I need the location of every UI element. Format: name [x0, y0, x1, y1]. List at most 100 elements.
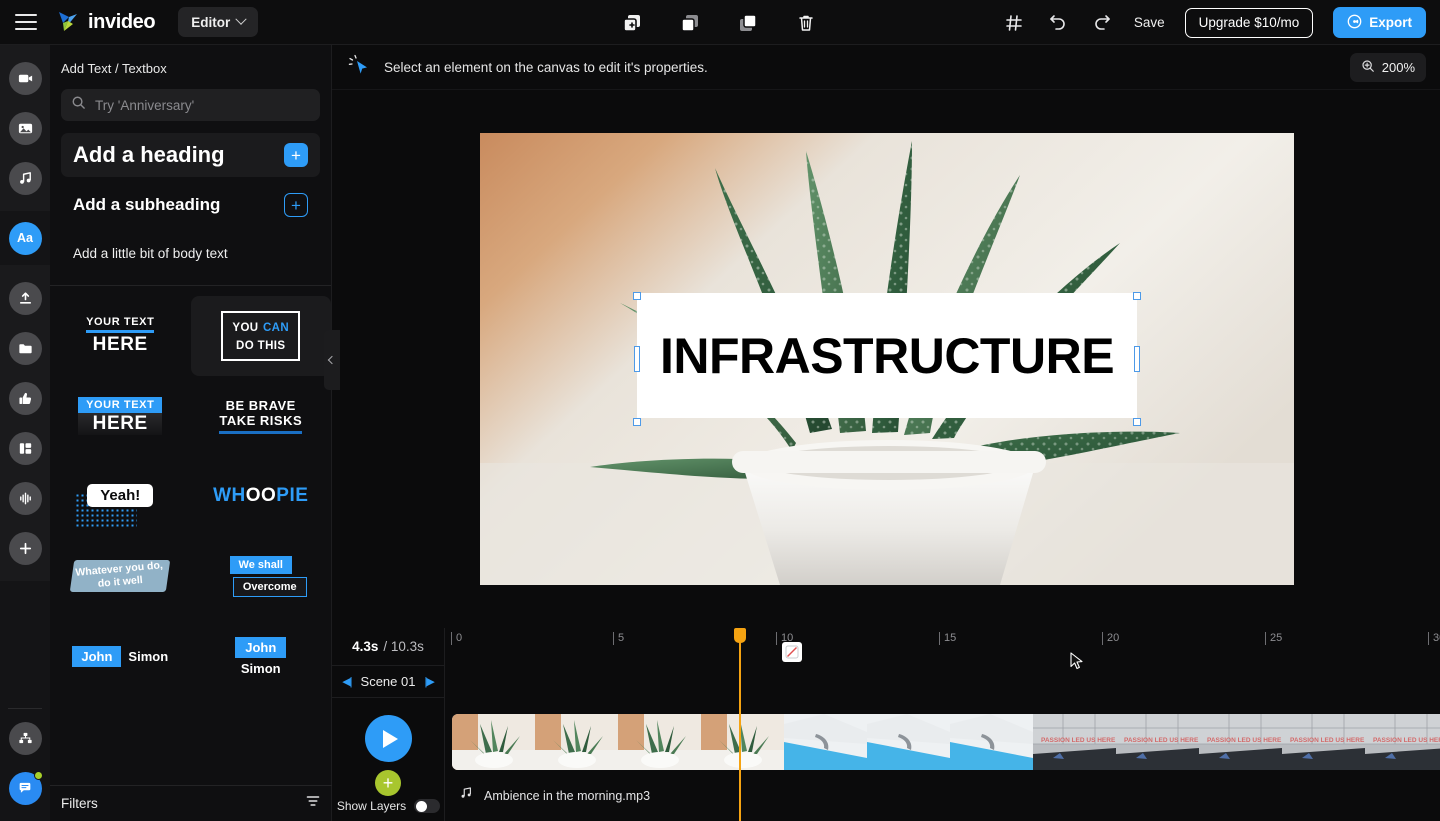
template-underline [86, 330, 154, 333]
brand-logo[interactable]: invideo [55, 9, 155, 35]
sidebar-item-templates[interactable] [0, 423, 50, 473]
show-layers-toggle[interactable]: Show Layers [332, 799, 445, 813]
redo-icon[interactable] [1090, 11, 1114, 35]
video-track[interactable]: PASSION LED US HERE PASSION LED US HERE [452, 714, 1440, 770]
grid-icon[interactable] [1002, 11, 1026, 35]
canvas-tools [620, 0, 818, 45]
text-template-john-simon-stacked[interactable]: John Simon [191, 616, 332, 696]
hamburger-icon[interactable] [15, 14, 37, 30]
template-tag: John [235, 637, 286, 658]
text-template-you-can-do-this[interactable]: YOU CAN DO THIS [191, 296, 332, 376]
filters-bar[interactable]: Filters [50, 785, 332, 821]
waveform-icon [9, 482, 42, 515]
text-template-your-text-here-highlight[interactable]: YOUR TEXT HERE [50, 376, 191, 456]
sidebar-item-projects[interactable] [0, 323, 50, 373]
left-rail: Aa [0, 45, 50, 821]
sidebar-item-audio-effects[interactable] [0, 473, 50, 523]
add-scene-button[interactable]: + [375, 770, 401, 796]
timeline-clip[interactable]: PASSION LED US HERE PASSION LED US HERE [1033, 714, 1440, 770]
clip-thumbnail: PASSION LED US HERE [1282, 714, 1365, 770]
skip-next-icon[interactable]: |▶ [424, 675, 433, 688]
export-button[interactable]: Export [1333, 7, 1426, 38]
clip-thumbnail [535, 714, 618, 770]
template-line-2: DO THIS [236, 340, 285, 352]
clip-thumbnail [452, 714, 535, 770]
export-icon [1347, 14, 1362, 32]
chevron-down-icon [236, 14, 247, 25]
add-body-text-row[interactable]: Add a little bit of body text [61, 233, 320, 273]
sidebar-item-videos[interactable] [0, 53, 50, 103]
ruler-tick: 0 [451, 632, 462, 645]
audio-track[interactable]: Ambience in the morning.mp3 [459, 786, 650, 805]
plus-icon [9, 532, 42, 565]
sidebar-item-images[interactable] [0, 103, 50, 153]
editor-mode-dropdown[interactable]: Editor [178, 7, 258, 37]
search-input[interactable] [95, 98, 295, 113]
sidebar-item-music[interactable] [0, 153, 50, 203]
play-button[interactable] [365, 715, 412, 762]
timeline-clip[interactable] [784, 714, 1033, 770]
text-template-your-text-here-underline[interactable]: YOUR TEXT HERE [50, 296, 191, 376]
search-box[interactable] [61, 89, 320, 121]
add-heading-row[interactable]: Add a heading + [61, 133, 320, 177]
svg-text:PASSION LED US HERE: PASSION LED US HERE [1124, 737, 1199, 744]
template-line-1: YOUR TEXT [86, 316, 154, 328]
toggle-switch[interactable] [414, 799, 440, 813]
timeline-controls: 4.3s / 10.3s ◀| Scene 01 |▶ + Show Layer… [332, 628, 445, 821]
zoom-in-icon [1361, 59, 1375, 76]
text-template-we-shall-overcome[interactable]: We shall Overcome [191, 536, 332, 616]
sidebar-item-stickers[interactable] [0, 373, 50, 423]
template-name: Simon [128, 649, 168, 664]
show-layers-label: Show Layers [337, 799, 406, 813]
panel-collapse-handle[interactable] [324, 330, 340, 390]
send-backward-icon[interactable] [678, 11, 702, 35]
playhead[interactable] [739, 632, 741, 821]
filter-icon[interactable] [305, 793, 321, 814]
skip-previous-icon[interactable]: ◀| [342, 675, 351, 688]
timeline-track-area[interactable]: 0 5 10 15 20 25 30 [445, 628, 1440, 821]
image-icon [9, 112, 42, 145]
add-subheading-row[interactable]: Add a subheading + [61, 183, 320, 227]
upgrade-button[interactable]: Upgrade $10/mo [1185, 8, 1314, 38]
current-time: 4.3s [352, 639, 378, 654]
template-part-1: WH [213, 485, 246, 506]
transition-badge-icon[interactable] [782, 642, 802, 662]
clip-thumbnail [701, 714, 784, 770]
text-element-infrastructure[interactable]: INFRASTRUCTURE [637, 293, 1137, 418]
add-body-text-label: Add a little bit of body text [73, 246, 228, 261]
playhead-knob[interactable] [734, 628, 746, 643]
clip-thumbnail [784, 714, 867, 770]
timeline-ruler[interactable]: 0 5 10 15 20 25 30 [445, 628, 1440, 654]
brand-name: invideo [88, 11, 155, 34]
text-template-john-simon-inline[interactable]: John Simon [50, 616, 191, 696]
layout-icon [9, 432, 42, 465]
editor-mode-label: Editor [191, 15, 230, 30]
sidebar-item-more[interactable] [0, 523, 50, 573]
undo-icon[interactable] [1046, 11, 1070, 35]
save-button[interactable]: Save [1134, 15, 1165, 30]
clip-thumbnail [867, 714, 950, 770]
brand-kit-icon [9, 722, 42, 755]
svg-text:PASSION LED US HERE: PASSION LED US HERE [1290, 737, 1365, 744]
sidebar-item-support[interactable] [0, 763, 50, 813]
text-template-whoopie[interactable]: WHOOPIE [191, 456, 332, 536]
video-canvas[interactable]: INFRASTRUCTURE [480, 133, 1294, 585]
delete-icon[interactable] [794, 11, 818, 35]
sidebar-item-brand-kit[interactable] [0, 713, 50, 763]
audio-track-name: Ambience in the morning.mp3 [484, 789, 650, 803]
ruler-tick: 15 [939, 632, 956, 645]
add-subheading-button[interactable]: + [284, 193, 308, 217]
add-heading-button[interactable]: + [284, 143, 308, 167]
duplicate-icon[interactable] [620, 11, 644, 35]
text-template-be-brave-take-risks[interactable]: BE BRAVE TAKE RISKS [191, 376, 332, 456]
timeline-clip[interactable] [452, 714, 784, 770]
svg-text:PASSION LED US HERE: PASSION LED US HERE [1207, 737, 1282, 744]
zoom-control[interactable]: 200% [1350, 53, 1426, 82]
bring-forward-icon[interactable] [736, 11, 760, 35]
text-template-whatever-you-do[interactable]: Whatever you do, do it well [50, 536, 191, 616]
time-display: 4.3s / 10.3s [332, 628, 444, 666]
sidebar-item-text[interactable]: Aa [0, 213, 50, 263]
template-text: Yeah! [87, 484, 153, 507]
sidebar-item-upload[interactable] [0, 273, 50, 323]
text-template-yeah[interactable]: Yeah! [50, 456, 191, 536]
